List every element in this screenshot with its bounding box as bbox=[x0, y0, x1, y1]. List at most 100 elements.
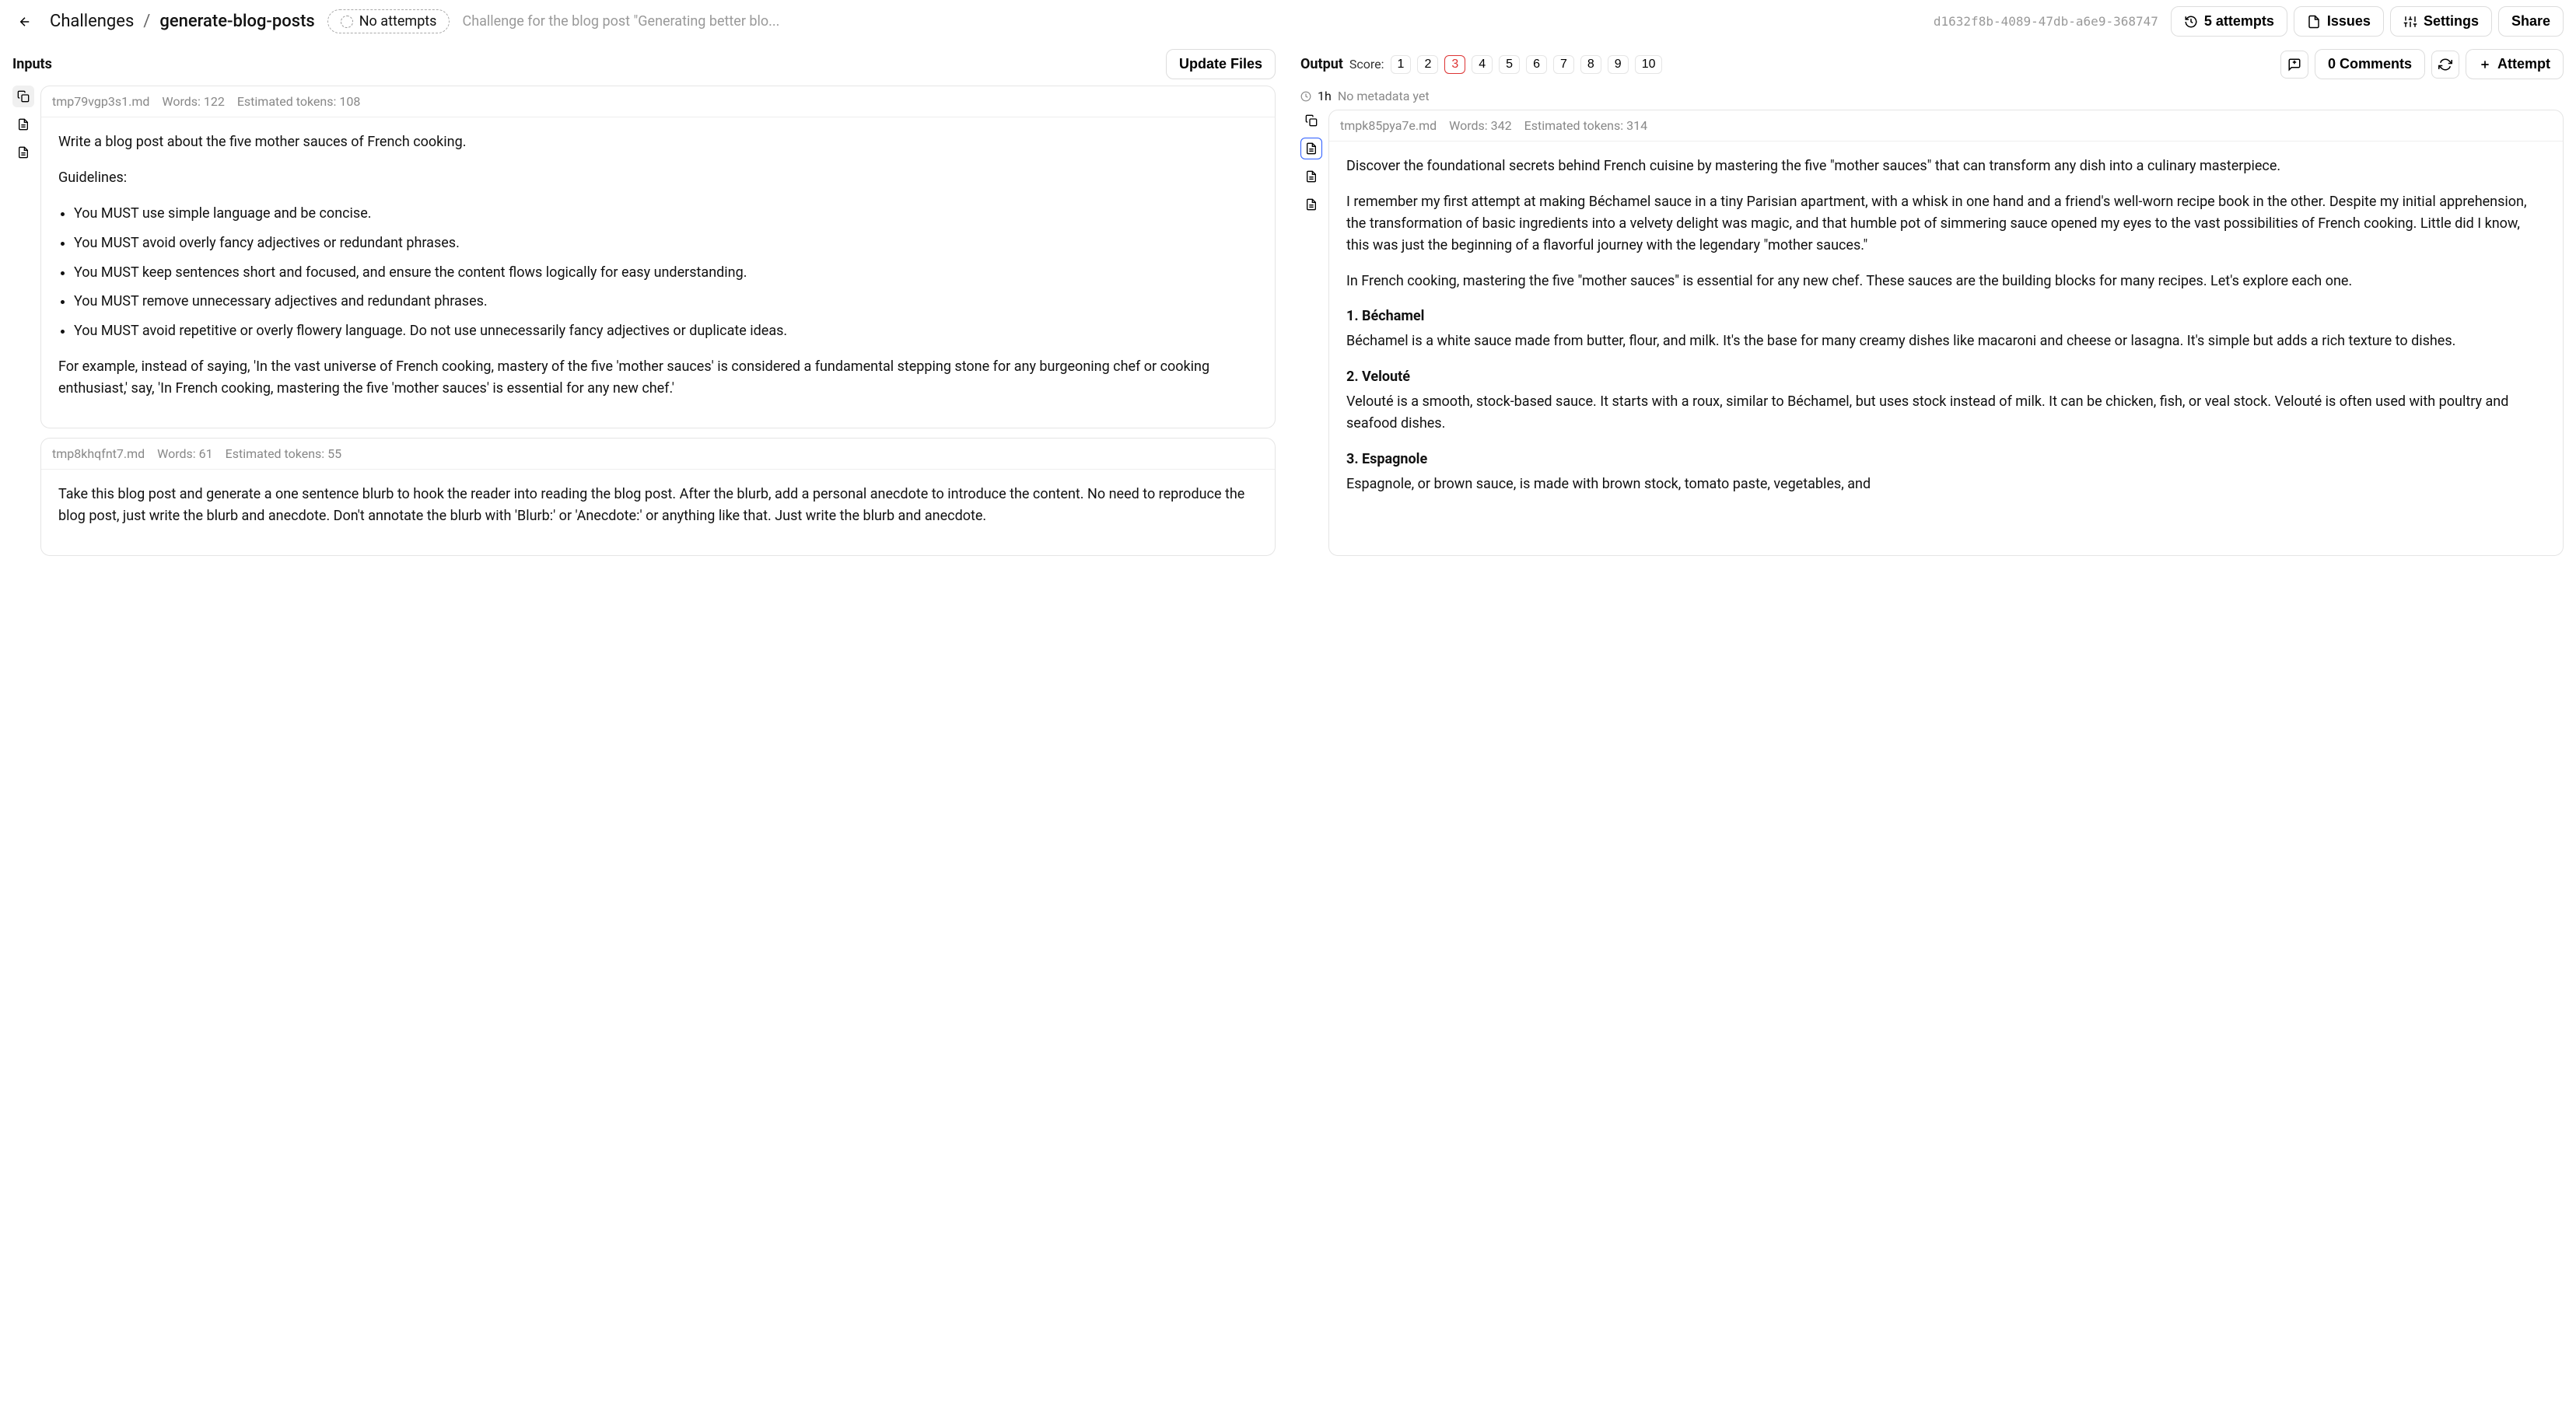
inputs-title: Inputs bbox=[12, 56, 52, 72]
score-1[interactable]: 1 bbox=[1391, 55, 1412, 74]
list-item: You MUST use simple language and be conc… bbox=[74, 203, 1258, 225]
document-icon bbox=[1305, 170, 1318, 183]
main-content: Inputs Update Files tmp79vgp3s1.md Words… bbox=[0, 43, 2576, 568]
list-item: You MUST keep sentences short and focuse… bbox=[74, 262, 1258, 284]
file-name: tmp8khqfnt7.md bbox=[52, 446, 145, 461]
dashed-circle-icon bbox=[341, 16, 353, 28]
attempts-button[interactable]: 5 attempts bbox=[2171, 6, 2287, 37]
score-4[interactable]: 4 bbox=[1472, 55, 1493, 74]
score-6[interactable]: 6 bbox=[1526, 55, 1547, 74]
copy-icon bbox=[17, 90, 30, 103]
output-title: Output bbox=[1300, 56, 1343, 72]
section-2-heading: 2. Velouté bbox=[1346, 366, 2546, 388]
output-panel-header: Output Score: 1 2 3 4 5 6 7 8 9 10 0 Com… bbox=[1300, 49, 2564, 79]
score-label: Score: bbox=[1349, 57, 1384, 72]
attempts-pill-label: No attempts bbox=[359, 13, 437, 30]
output-p2: I remember my first attempt at making Bé… bbox=[1346, 191, 2546, 257]
score-5[interactable]: 5 bbox=[1499, 55, 1520, 74]
output-p1: Discover the foundational secrets behind… bbox=[1346, 156, 2546, 177]
document-icon bbox=[17, 118, 30, 131]
file-header: tmp8khqfnt7.md Words: 61 Estimated token… bbox=[41, 439, 1275, 470]
section-3-heading: 3. Espagnole bbox=[1346, 449, 2546, 470]
output-tab-file-2[interactable] bbox=[1300, 166, 1322, 187]
inputs-tab-copy[interactable] bbox=[12, 86, 34, 107]
inputs-content: tmp79vgp3s1.md Words: 122 Estimated toke… bbox=[12, 86, 1276, 556]
document-icon bbox=[1305, 142, 1318, 155]
breadcrumb-current[interactable]: generate-blog-posts bbox=[159, 12, 314, 31]
file-tokens: Estimated tokens: 55 bbox=[226, 446, 341, 461]
issues-button[interactable]: Issues bbox=[2294, 6, 2384, 37]
issues-button-label: Issues bbox=[2327, 13, 2371, 30]
output-p3: In French cooking, mastering the five "m… bbox=[1346, 271, 2546, 292]
list-item: You MUST avoid overly fancy adjectives o… bbox=[74, 232, 1258, 254]
history-icon bbox=[2184, 15, 2198, 29]
inputs-file-list: tmp79vgp3s1.md Words: 122 Estimated toke… bbox=[40, 86, 1276, 556]
document-icon bbox=[1305, 198, 1318, 211]
settings-button[interactable]: Settings bbox=[2390, 6, 2492, 37]
file-text: Take this blog post and generate a one s… bbox=[58, 484, 1258, 527]
file-icon bbox=[2307, 15, 2321, 29]
breadcrumb-sep: / bbox=[143, 12, 150, 31]
challenge-description: Challenge for the blog post "Generating … bbox=[462, 13, 1920, 30]
inputs-panel-header: Inputs Update Files bbox=[12, 49, 1276, 79]
comments-button[interactable]: 0 Comments bbox=[2315, 49, 2425, 79]
section-3-body: Espagnole, or brown sauce, is made with … bbox=[1346, 474, 2546, 495]
score-7[interactable]: 7 bbox=[1553, 55, 1574, 74]
file-lead: Write a blog post about the five mother … bbox=[58, 131, 1258, 153]
inputs-tabs bbox=[12, 86, 34, 556]
breadcrumb-challenges[interactable]: Challenges bbox=[50, 12, 134, 31]
score-8[interactable]: 8 bbox=[1580, 55, 1601, 74]
section-1-heading: 1. Béchamel bbox=[1346, 306, 2546, 327]
inputs-panel: Inputs Update Files tmp79vgp3s1.md Words… bbox=[0, 43, 1288, 568]
section-1-body: Béchamel is a white sauce made from butt… bbox=[1346, 330, 2546, 352]
app-header: Challenges / generate-blog-posts No atte… bbox=[0, 0, 2576, 43]
file-name: tmpk85pya7e.md bbox=[1340, 118, 1437, 133]
output-content: tmpk85pya7e.md Words: 342 Estimated toke… bbox=[1300, 110, 2564, 556]
clock-icon bbox=[1300, 91, 1311, 102]
file-tokens: Estimated tokens: 108 bbox=[237, 94, 360, 109]
file-header: tmpk85pya7e.md Words: 342 Estimated toke… bbox=[1329, 110, 2563, 142]
attempts-pill[interactable]: No attempts bbox=[327, 9, 450, 33]
file-words: Words: 122 bbox=[162, 94, 224, 109]
share-button[interactable]: Share bbox=[2498, 6, 2564, 37]
refresh-button[interactable] bbox=[2431, 51, 2459, 79]
output-file: tmpk85pya7e.md Words: 342 Estimated toke… bbox=[1328, 110, 2564, 556]
output-tab-copy[interactable] bbox=[1300, 110, 1322, 131]
output-tab-file-1[interactable] bbox=[1300, 138, 1322, 159]
header-actions: 5 attempts Issues Settings Share bbox=[2171, 6, 2564, 37]
file-body: Discover the foundational secrets behind… bbox=[1329, 142, 2563, 555]
update-files-button[interactable]: Update Files bbox=[1166, 49, 1276, 79]
meta-text: No metadata yet bbox=[1338, 89, 1430, 103]
arrow-left-icon bbox=[18, 15, 32, 29]
score-3[interactable]: 3 bbox=[1444, 55, 1465, 74]
score-row: Score: 1 2 3 4 5 6 7 8 9 10 bbox=[1349, 55, 1663, 74]
output-panel: Output Score: 1 2 3 4 5 6 7 8 9 10 0 Com… bbox=[1288, 43, 2576, 568]
file-header: tmp79vgp3s1.md Words: 122 Estimated toke… bbox=[41, 86, 1275, 117]
output-tab-file-3[interactable] bbox=[1300, 194, 1322, 215]
plus-icon bbox=[2479, 58, 2491, 71]
section-2-body: Velouté is a smooth, stock-based sauce. … bbox=[1346, 391, 2546, 435]
file-body: Take this blog post and generate a one s… bbox=[41, 470, 1275, 555]
example-paragraph: For example, instead of saying, 'In the … bbox=[58, 356, 1258, 400]
inputs-tab-file-1[interactable] bbox=[12, 114, 34, 135]
output-actions: 0 Comments Attempt bbox=[2280, 49, 2564, 79]
file-tokens: Estimated tokens: 314 bbox=[1524, 118, 1647, 133]
breadcrumb: Challenges / generate-blog-posts bbox=[50, 12, 315, 31]
score-9[interactable]: 9 bbox=[1608, 55, 1629, 74]
settings-button-label: Settings bbox=[2424, 13, 2479, 30]
output-file-list: tmpk85pya7e.md Words: 342 Estimated toke… bbox=[1328, 110, 2564, 556]
file-words: Words: 61 bbox=[157, 446, 212, 461]
challenge-hash: d1632f8b-4089-47db-a6e9-368747 bbox=[1934, 14, 2158, 29]
back-button[interactable] bbox=[12, 9, 37, 34]
sliders-icon bbox=[2403, 15, 2417, 29]
attempt-button[interactable]: Attempt bbox=[2466, 49, 2564, 79]
share-button-label: Share bbox=[2511, 13, 2550, 30]
inputs-tab-file-2[interactable] bbox=[12, 142, 34, 163]
score-2[interactable]: 2 bbox=[1417, 55, 1438, 74]
list-item: You MUST avoid repetitive or overly flow… bbox=[74, 320, 1258, 342]
copy-icon bbox=[1305, 114, 1318, 127]
score-10[interactable]: 10 bbox=[1635, 55, 1663, 74]
output-meta: 1h No metadata yet bbox=[1300, 89, 2564, 103]
guidelines-heading: Guidelines: bbox=[58, 167, 1258, 189]
add-comment-button[interactable] bbox=[2280, 51, 2308, 79]
